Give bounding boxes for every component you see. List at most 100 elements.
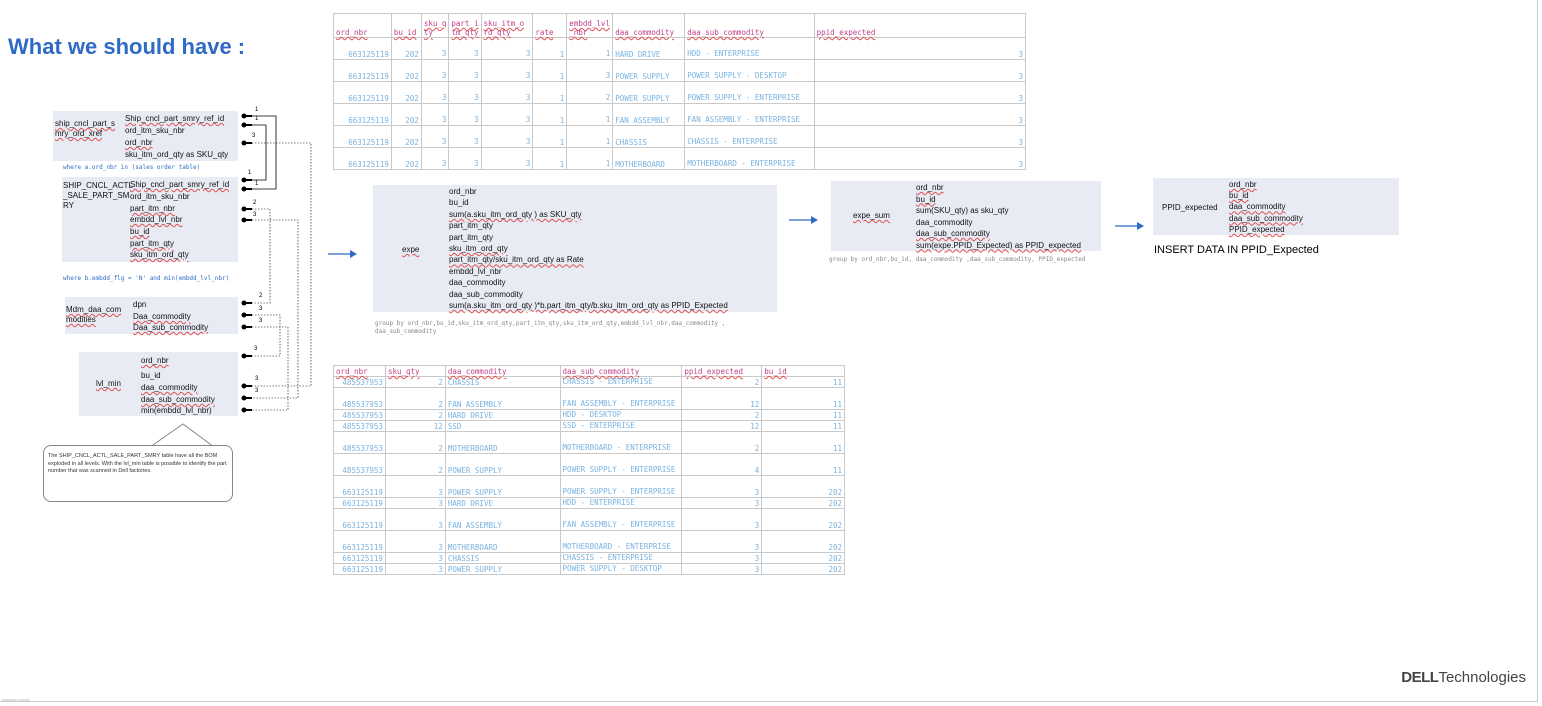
key-icon bbox=[241, 140, 252, 146]
table-cell: MOTHERBOARD bbox=[444, 530, 561, 553]
table-cell: 3 bbox=[420, 103, 450, 126]
key-number: 3 bbox=[259, 306, 263, 312]
table-cell: 3 bbox=[384, 508, 446, 531]
table-cell: 3 bbox=[813, 59, 1027, 82]
key-number: 3 bbox=[255, 388, 259, 394]
table-cell: 3 bbox=[384, 497, 446, 509]
table-cell: POWER SUPPLY - DESKTOP bbox=[684, 59, 815, 82]
column-header: bu_id bbox=[390, 13, 422, 38]
table-cell: 3 bbox=[813, 125, 1027, 148]
table-cell: FAN ASSEMBLY - ENTERPRISE bbox=[559, 387, 683, 410]
table-row: 485537953 2 FAN ASSEMBLY FAN ASSEMBLY - ENT… bbox=[333, 387, 845, 410]
table-cell: 663125119 bbox=[333, 508, 386, 531]
table-cell: 202 bbox=[390, 81, 422, 104]
table-cell: 202 bbox=[761, 508, 845, 531]
key-number: 3 bbox=[252, 133, 256, 139]
column-name: daa_sub_commodity bbox=[449, 289, 523, 299]
table-cell: POWER SUPPLY bbox=[444, 563, 561, 575]
table-cell: 11 bbox=[761, 387, 845, 410]
column-name: part_itm_qty bbox=[449, 232, 494, 242]
table-cell: 202 bbox=[390, 59, 422, 82]
table-cell: 2 bbox=[384, 431, 446, 454]
table-cell: 202 bbox=[390, 103, 422, 126]
ship-xref-where: where a.ord_nbr in (sales order table) bbox=[63, 164, 201, 171]
key-icon bbox=[241, 324, 252, 330]
table-cell: 485537953 bbox=[333, 453, 386, 476]
ship-actl-col: embdd_lvl_nbr bbox=[130, 215, 183, 224]
table-cell: 485537953 bbox=[333, 431, 386, 454]
table-row: 485537953 2 CHASSIS CHASSIS - ENTERPRISE 2 11 bbox=[333, 376, 845, 388]
table-cell: FAN ASSEMBLY - ENTERPRISE bbox=[559, 508, 683, 531]
table-cell: 1 bbox=[532, 81, 568, 104]
column-name: daa_sub_commodity bbox=[1229, 213, 1303, 223]
table-row: 663125119 202 3 3 3 1 1 FAN ASSEMBLY FAN ASSEMBL… bbox=[333, 103, 1027, 126]
key-icon bbox=[241, 206, 252, 212]
table-cell: POWER SUPPLY - ENTERPRISE bbox=[684, 81, 815, 104]
column-name: bu_id bbox=[916, 194, 936, 204]
ship-xref-col: ord_nbr bbox=[125, 138, 153, 147]
key-number: 2 bbox=[253, 200, 257, 206]
callout-text: The SHIP_CNCL_ACTL_SALE_PART_SMRY table … bbox=[48, 453, 227, 474]
key-number: 1 bbox=[255, 107, 259, 113]
table-cell: MOTHERBOARD - ENTERPRISE bbox=[559, 431, 683, 454]
column-header: ppid_expected bbox=[681, 365, 763, 377]
table-cell: 1 bbox=[532, 103, 568, 126]
table-cell: 3 bbox=[448, 147, 482, 170]
table-cell: 202 bbox=[390, 37, 422, 60]
table-cell: CHASSIS bbox=[444, 552, 561, 564]
mdm-col: Daa_sub_commodity bbox=[133, 323, 209, 332]
column-header: daa_commodity bbox=[612, 13, 686, 38]
column-header: sku_q ty bbox=[420, 13, 450, 38]
table-cell: 202 bbox=[761, 497, 845, 509]
key-icon bbox=[241, 353, 252, 359]
column-header: daa_sub_commodity bbox=[559, 365, 683, 377]
table-cell: 2 bbox=[566, 81, 614, 104]
mdm-col: Daa_commodity bbox=[133, 312, 191, 321]
ship-actl-col: bu_id bbox=[130, 227, 150, 236]
table-cell: HARD DRIVE bbox=[444, 409, 561, 421]
arrow-right-icon bbox=[328, 250, 357, 258]
ppid-name: PPID_expected bbox=[1162, 203, 1218, 212]
column-name: sku_itm_ord_qty bbox=[449, 244, 508, 253]
table-cell: 11 bbox=[761, 453, 845, 476]
table-cell: CHASSIS - ENTERPRISE bbox=[559, 552, 683, 564]
table-cell: 3 bbox=[480, 59, 534, 82]
table-cell: POWER SUPPLY bbox=[612, 81, 686, 104]
insert-instruction: INSERT DATA IN PPID_Expected bbox=[1154, 244, 1319, 256]
key-icon bbox=[241, 122, 252, 128]
table-cell: 1 bbox=[566, 103, 614, 126]
lvl-min-col: min(embdd_lvl_nbr) bbox=[141, 406, 212, 415]
column-name: sum(SKU_qty) as sku_qty bbox=[916, 206, 1009, 215]
table-row: 485537953 2 HARD DRIVE HDD - DESKTOP 2 11 bbox=[333, 409, 845, 421]
table-cell: 12 bbox=[384, 420, 446, 432]
column-name: ord_nbr bbox=[916, 183, 944, 192]
footer-mark: ▭▭▭▭ ▭▭▭ bbox=[2, 697, 30, 702]
table-cell: POWER SUPPLY - ENTERPRISE bbox=[559, 453, 683, 476]
page-title: What we should have : bbox=[8, 34, 246, 59]
lvl-min-col: daa_commodity bbox=[141, 383, 198, 392]
table-cell: CHASSIS - ENTERPRISE bbox=[559, 376, 683, 388]
table-row: 663125119 3 HARD DRIVE HDD - ENTERPRISE 3 202 bbox=[333, 497, 845, 509]
column-name: ord_nbr bbox=[449, 187, 477, 196]
table-cell: 1 bbox=[566, 125, 614, 148]
table-cell: 2 bbox=[384, 409, 446, 421]
expe-box bbox=[373, 185, 777, 312]
table-row: 663125119 202 3 3 3 1 1 HARD DRIVE HDD - ENTERPR… bbox=[333, 37, 1027, 60]
table-header-row: ord_nbr bu_id sku_q ty part_i tm_qty sku_itm… bbox=[333, 13, 1027, 38]
column-header: ord_nbr bbox=[333, 365, 386, 377]
column-name: daa_commodity bbox=[916, 217, 973, 227]
table-cell: 3 bbox=[681, 497, 763, 509]
table-row: 663125119 202 3 3 3 1 1 CHASSIS CHASSIS - ENTERP… bbox=[333, 125, 1027, 148]
table-cell: FAN ASSEMBLY bbox=[612, 103, 686, 126]
table-cell: FAN ASSEMBLY bbox=[444, 387, 561, 410]
table-row: 663125119 3 CHASSIS CHASSIS - ENTERPRISE 3 20… bbox=[333, 552, 845, 564]
table-cell: POWER SUPPLY bbox=[612, 59, 686, 82]
table-cell: HDD - DESKTOP bbox=[559, 409, 683, 421]
lvl-min-name: lvl_min bbox=[96, 379, 121, 388]
ship-actl-where: where b.embdd_flg = 'N' and min(embdd_lv… bbox=[63, 275, 230, 282]
table-cell: 3 bbox=[681, 552, 763, 564]
table-cell: 485537953 bbox=[333, 387, 386, 410]
table-cell: POWER SUPPLY - ENTERPRISE bbox=[559, 475, 683, 498]
table-cell: 3 bbox=[420, 37, 450, 60]
table-cell: 11 bbox=[761, 431, 845, 454]
